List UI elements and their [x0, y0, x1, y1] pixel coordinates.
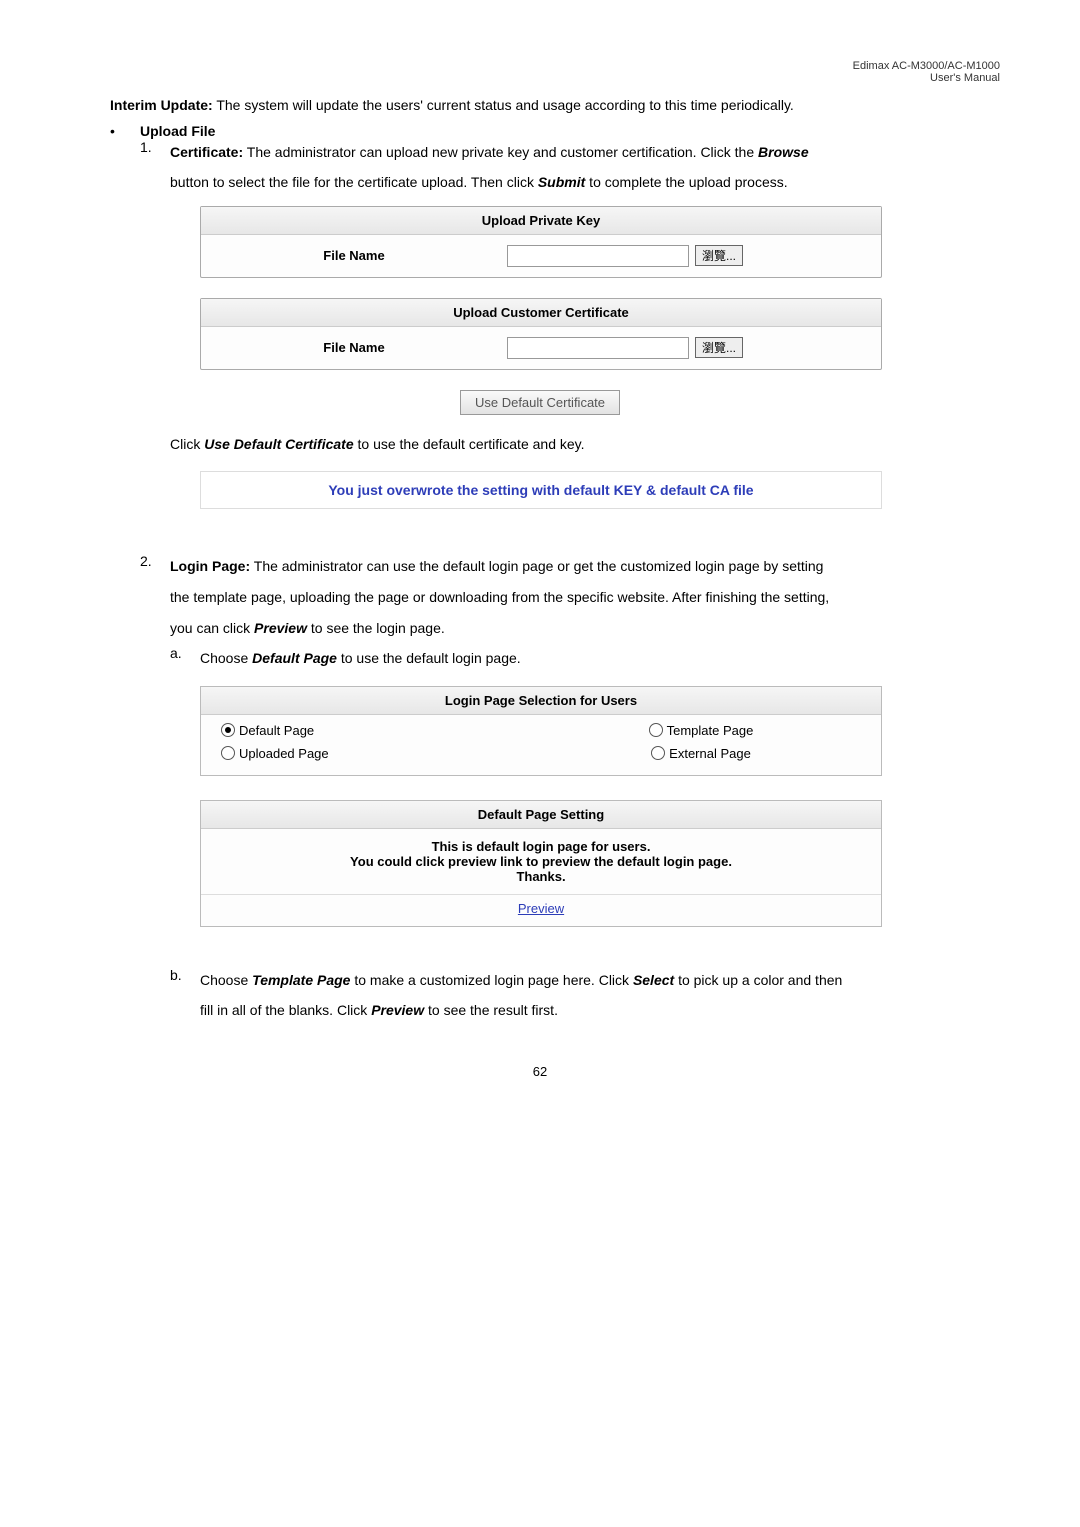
radio-icon-selected — [221, 723, 235, 737]
lp-t3: you can click — [170, 620, 254, 636]
subb-t1: Choose — [200, 972, 252, 988]
subb-t3: to pick up a color and then — [674, 972, 842, 988]
subb-t5: to see the result first. — [424, 1002, 558, 1018]
submit-word: Submit — [538, 174, 585, 190]
ds-line1: This is default login page for users. — [432, 839, 651, 854]
lp-line2: the template page, uploading the page or… — [170, 584, 1000, 611]
radio-uploaded-page[interactable]: Uploaded Page — [221, 746, 541, 761]
use-default-text: Click Use Default Certificate to use the… — [170, 431, 1000, 458]
page-number: 62 — [80, 1064, 1000, 1079]
manual-name: User's Manual — [930, 72, 1000, 84]
ucc-title: Upload Customer Certificate — [201, 299, 881, 327]
upload-file-title: Upload File — [140, 123, 215, 139]
radio-icon — [651, 746, 665, 760]
subb-t4: fill in all of the blanks. Click — [200, 1002, 371, 1018]
radio-icon — [649, 723, 663, 737]
upk-title: Upload Private Key — [201, 207, 881, 235]
subb-line2: fill in all of the blanks. Click Preview… — [200, 997, 1000, 1024]
opt-template-page: Template Page — [667, 723, 754, 738]
lp-t4: to see the login page. — [307, 620, 445, 636]
udt-t1: Click — [170, 436, 204, 452]
default-setting-body: This is default login page for users. Yo… — [201, 829, 881, 894]
certificate-label: Certificate: — [170, 144, 243, 160]
lp-t2: the template page, uploading the page or… — [170, 589, 829, 605]
opt-external-page: External Page — [669, 746, 751, 761]
interim-update-label: Interim Update: — [110, 97, 213, 113]
ucc-file-name-label: File Name — [201, 340, 507, 355]
ucc-browse-button[interactable]: 瀏覽... — [695, 337, 743, 358]
suba-b: Default Page — [252, 650, 337, 666]
login-page-label: Login Page: — [170, 558, 250, 574]
interim-update-line: Interim Update: The system will update t… — [110, 92, 1000, 119]
cert-t1: The administrator can upload new private… — [243, 144, 758, 160]
login-selection-panel: Login Page Selection for Users Default P… — [200, 686, 882, 776]
interim-update-text: The system will update the users' curren… — [213, 97, 794, 113]
preview-link[interactable]: Preview — [201, 894, 881, 926]
upload-cert-panel: Upload Customer Certificate File Name 瀏覽… — [200, 298, 882, 370]
upk-file-name-label: File Name — [201, 248, 507, 263]
cert-t3: to complete the upload process. — [585, 174, 787, 190]
subb-b1: Template Page — [252, 972, 350, 988]
opt-uploaded-page: Uploaded Page — [239, 746, 329, 761]
ucc-file-input[interactable] — [507, 337, 689, 359]
num-2: 2. — [140, 553, 170, 584]
browse-word: Browse — [758, 144, 809, 160]
upload-file-bullet: • Upload File — [110, 123, 1000, 139]
default-setting-title: Default Page Setting — [201, 801, 881, 829]
product-name: Edimax AC-M3000/AC-M1000 — [853, 60, 1000, 72]
suba-t2: to use the default login page. — [337, 650, 521, 666]
cert-t2: button to select the file for the certif… — [170, 174, 538, 190]
upload-private-key-panel: Upload Private Key File Name 瀏覽... — [200, 206, 882, 278]
certificate-item: 1. Certificate: The administrator can up… — [140, 139, 1000, 170]
subb-t2: to make a customized login page here. Cl… — [350, 972, 632, 988]
lp-line3: you can click Preview to see the login p… — [170, 615, 1000, 642]
sub-a-mark: a. — [170, 645, 200, 676]
upk-browse-button[interactable]: 瀏覽... — [695, 245, 743, 266]
ds-line2: You could click preview link to preview … — [350, 854, 732, 869]
subb-b2: Select — [633, 972, 674, 988]
login-page-item: 2. Login Page: The administrator can use… — [140, 553, 1000, 584]
radio-template-page[interactable]: Template Page — [541, 723, 861, 738]
radio-external-page[interactable]: External Page — [541, 746, 861, 761]
udt-t2: to use the default certificate and key. — [354, 436, 585, 452]
suba-t1: Choose — [200, 650, 252, 666]
sub-a: a. Choose Default Page to use the defaul… — [170, 645, 1000, 676]
radio-icon — [221, 746, 235, 760]
radio-default-page[interactable]: Default Page — [221, 723, 541, 738]
login-panel-title: Login Page Selection for Users — [201, 687, 881, 715]
sub-b-mark: b. — [170, 967, 200, 998]
default-page-setting-panel: Default Page Setting This is default log… — [200, 800, 882, 927]
upk-file-input[interactable] — [507, 245, 689, 267]
doc-header: Edimax AC-M3000/AC-M1000 User's Manual — [80, 60, 1000, 84]
lp-preview: Preview — [254, 620, 307, 636]
ds-line3: Thanks. — [516, 869, 565, 884]
overwrite-banner: You just overwrote the setting with defa… — [200, 471, 882, 509]
lp-t1: The administrator can use the default lo… — [250, 558, 823, 574]
cert-line2: button to select the file for the certif… — [170, 169, 1000, 196]
sub-b: b. Choose Template Page to make a custom… — [170, 967, 1000, 998]
bullet-dot: • — [110, 123, 140, 139]
subb-b3: Preview — [371, 1002, 424, 1018]
num-1: 1. — [140, 139, 170, 170]
udt-b: Use Default Certificate — [204, 436, 353, 452]
opt-default-page: Default Page — [239, 723, 314, 738]
use-default-cert-button[interactable]: Use Default Certificate — [460, 390, 620, 415]
